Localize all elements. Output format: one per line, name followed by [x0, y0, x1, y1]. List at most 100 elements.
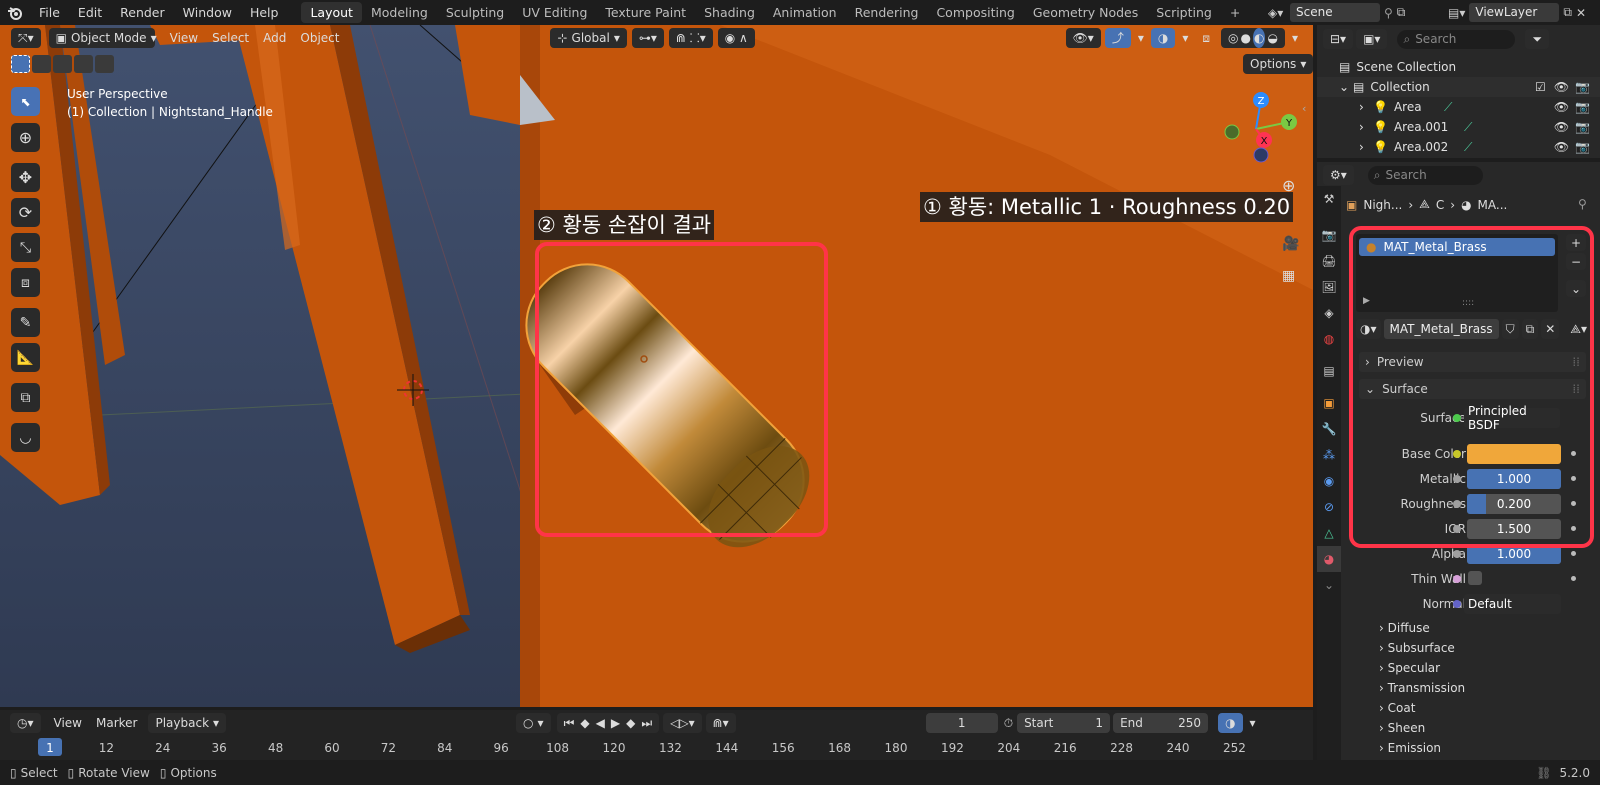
options-button[interactable]: Options ▾ [1243, 54, 1314, 74]
camera-view-icon[interactable]: 🎥 [1282, 236, 1299, 252]
timeline-menu-playback[interactable]: Playback ▾ [148, 713, 227, 733]
mode-selector[interactable]: ▣ Object Mode ▾ [48, 28, 157, 48]
jump-end-icon[interactable]: ⏭ [641, 713, 652, 733]
outliner-editor-type[interactable]: ⊟▾ [1323, 29, 1354, 49]
prev-keyframe-icon[interactable]: ◆ [580, 713, 589, 733]
camera-icon[interactable]: 📷 [1575, 140, 1590, 154]
stopwatch-icon[interactable]: ⏱ [1004, 716, 1013, 731]
viewport-menu-object[interactable]: Object [293, 28, 346, 48]
properties-editor-type[interactable]: ⚙▾ [1323, 165, 1354, 185]
tab-object[interactable]: ▣ [1317, 390, 1341, 416]
collapse-chevron-icon[interactable]: ⌄ [1339, 80, 1353, 94]
end-frame-field[interactable]: End 250 [1113, 713, 1209, 733]
outliner-row-collection[interactable]: ⌄ ▤ Collection ☑ 👁 📷 [1317, 77, 1600, 97]
tab-output[interactable]: 🖨 [1317, 248, 1341, 274]
tab-render[interactable]: 📷 [1317, 222, 1341, 248]
current-frame-field[interactable]: 1 [925, 713, 998, 733]
shading-modes[interactable]: ◎ ● ◐ ◒ [1221, 28, 1285, 48]
workspace-tab-compositing[interactable]: Compositing [927, 2, 1023, 23]
workspace-tab-animation[interactable]: Animation [764, 2, 846, 23]
filter-button[interactable]: ⏷ [1525, 29, 1550, 49]
snap-toggle[interactable]: ⋒ ⸬▾ [668, 28, 713, 48]
playback-controls[interactable]: ⏮ ◆ ◀ ▶ ◆ ⏭ [556, 713, 660, 733]
subpanel-coat[interactable]: › Coat [1379, 701, 1415, 715]
keyframe-dot[interactable] [1571, 551, 1576, 556]
overlay-toggle[interactable]: ◑ [1150, 28, 1176, 48]
float-socket[interactable] [1453, 550, 1461, 558]
add-workspace-button[interactable]: + [1221, 2, 1249, 23]
editor-type-button[interactable]: ⤧▾ [11, 28, 41, 48]
outliner-row-light[interactable]: › 💡 Area.002 ⟋ 👁 📷 [1317, 137, 1600, 157]
normal-field[interactable]: Default [1464, 594, 1561, 614]
workspace-tab-layout[interactable]: Layout [301, 2, 362, 23]
sidebar-toggle-icon[interactable]: ‹ [1302, 102, 1306, 115]
view-layer-selector[interactable]: ▤▾ ViewLayer ⧉ ✕ [1448, 3, 1598, 22]
ortho-toggle-icon[interactable]: ▦ [1282, 268, 1295, 284]
timeline-menu-view[interactable]: View [47, 713, 89, 733]
navigation-gizmo[interactable]: Z Y X [1212, 92, 1297, 172]
shading-dropdown[interactable]: ▾ [1285, 28, 1305, 48]
workspace-tab-scripting[interactable]: Scripting [1147, 2, 1221, 23]
outliner-row-light[interactable]: › 💡 Area ⟋ 👁 📷 [1317, 97, 1600, 117]
visibility-selector[interactable]: 👁▾ [1065, 28, 1101, 48]
new-scene-icon[interactable]: ⧉ [1397, 5, 1406, 20]
tab-tool[interactable]: ⚒ [1317, 186, 1341, 212]
view-layer-name[interactable]: ViewLayer [1469, 3, 1560, 22]
add-cube-tool[interactable]: ⧉ [11, 383, 40, 412]
proportional-editing-toggle[interactable]: ◉ ∧ [717, 28, 755, 48]
gizmo-dropdown[interactable]: ▾ [1131, 28, 1151, 48]
tab-particles[interactable]: ⁂ [1317, 442, 1341, 468]
new-view-layer-icon[interactable]: ⧉ [1563, 5, 1572, 20]
play-reverse-icon[interactable]: ◀ [596, 713, 605, 733]
subpanel-subsurface[interactable]: › Subsurface [1379, 641, 1455, 655]
tab-modifiers[interactable]: 🔧 [1317, 416, 1341, 442]
scene-name[interactable]: Scene [1290, 3, 1380, 22]
snapping-selector[interactable]: ⋒▾ [705, 713, 736, 733]
timeline-menu-marker[interactable]: Marker [89, 713, 144, 733]
checkbox-icon[interactable]: ☑ [1535, 80, 1546, 94]
outliner-search[interactable]: ⌕ Search [1397, 29, 1516, 49]
scale-tool[interactable]: ⤡ [11, 233, 40, 262]
outliner-row-light[interactable]: › 💡 Area.001 ⟋ 👁 📷 [1317, 117, 1600, 137]
camera-icon[interactable]: 📷 [1575, 120, 1590, 134]
select-new-icon[interactable] [11, 55, 30, 73]
transform-orientation-selector[interactable]: ⊹ Global ▾ [550, 28, 627, 48]
move-tool[interactable]: ✥ [11, 163, 40, 192]
extrude-curve-tool[interactable]: ◡ [11, 423, 40, 452]
solid-shading-icon[interactable]: ● [1241, 28, 1251, 48]
viewport-menu-view[interactable]: View [163, 28, 205, 48]
expand-chevron-icon[interactable]: › [1359, 100, 1373, 114]
tabs-more[interactable]: ⌄ [1317, 572, 1341, 598]
camera-icon[interactable]: 📷 [1575, 80, 1590, 94]
workspace-tab-rendering[interactable]: Rendering [846, 2, 928, 23]
expand-chevron-icon[interactable]: › [1359, 140, 1373, 154]
jump-start-icon[interactable]: ⏮ [564, 713, 575, 733]
bool-socket[interactable] [1453, 575, 1461, 583]
material-shading-icon[interactable]: ◐ [1253, 28, 1266, 48]
viewport-menu-select[interactable]: Select [205, 28, 256, 48]
eye-icon[interactable]: 👁 [1554, 120, 1569, 134]
properties-search[interactable]: ⌕ Search [1367, 165, 1483, 185]
subpanel-sheen[interactable]: › Sheen [1379, 721, 1425, 735]
overlay-dropdown[interactable]: ▾ [1175, 28, 1195, 48]
subpanel-transmission[interactable]: › Transmission [1379, 681, 1465, 695]
display-mode-selector[interactable]: ▣▾ [1356, 29, 1388, 49]
sync-toggle[interactable]: ◑ [1218, 713, 1243, 733]
start-frame-field[interactable]: Start 1 [1017, 713, 1111, 733]
workspace-tab-uv-editing[interactable]: UV Editing [513, 2, 596, 23]
tab-material[interactable]: ◕ [1317, 546, 1341, 572]
measure-tool[interactable]: 📐 [11, 343, 40, 372]
thin-wall-checkbox[interactable] [1468, 571, 1482, 585]
wireframe-shading-icon[interactable]: ◎ [1228, 28, 1238, 48]
pin-icon[interactable]: ⚲ [1578, 197, 1587, 211]
menu-help[interactable]: Help [241, 0, 288, 25]
subpanel-specular[interactable]: › Specular [1379, 661, 1440, 675]
tab-constraints[interactable]: ⊘ [1317, 494, 1341, 520]
eye-icon[interactable]: 👁 [1554, 100, 1569, 114]
select-box-tool[interactable]: ⬉ [11, 87, 40, 116]
tab-collection[interactable]: ▤ [1317, 358, 1341, 384]
subpanel-emission[interactable]: › Emission [1379, 741, 1441, 755]
subpanel-diffuse[interactable]: › Diffuse [1379, 621, 1430, 635]
tab-world[interactable]: ◍ [1317, 326, 1341, 352]
menu-window[interactable]: Window [174, 0, 241, 25]
